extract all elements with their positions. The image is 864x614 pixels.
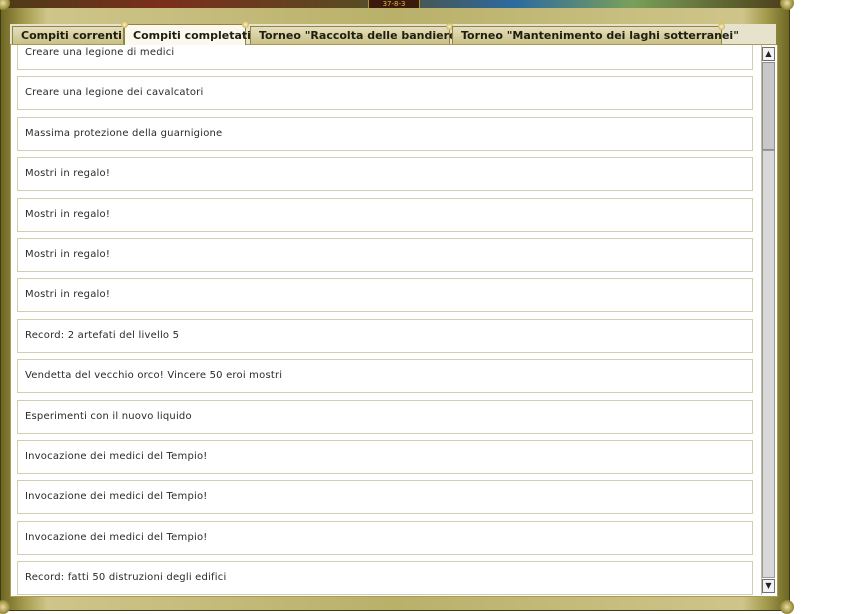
tab-completed-tasks[interactable]: Compiti completati: [121, 21, 251, 45]
quest-title: Esperimenti con il nuovo liquido: [25, 411, 192, 422]
tab-knob-icon: [718, 23, 725, 30]
frame-corner-ornament: [0, 600, 10, 614]
quest-row[interactable]: Massima protezione della guarnigione: [17, 117, 753, 151]
scroll-track[interactable]: [762, 62, 775, 578]
quest-row[interactable]: Invocazione dei medici del Tempio!: [17, 480, 753, 514]
tab-knob-icon: [121, 21, 128, 28]
scroll-up-button[interactable]: ▲: [762, 47, 775, 61]
quest-title: Mostri in regalo!: [25, 209, 111, 220]
quest-title: Mostri in regalo!: [25, 168, 111, 179]
frame-corner-ornament: [780, 0, 794, 10]
quest-title: Invocazione dei medici del Tempio!: [25, 532, 208, 543]
quest-row[interactable]: Mostri in regalo!: [17, 198, 753, 232]
quest-row[interactable]: Vendetta del vecchio orco! Vincere 50 er…: [17, 359, 753, 393]
tab-bar: Compiti correnti Compiti completati Torn…: [10, 21, 776, 45]
tab-label: Torneo "Mantenimento dei laghi sotterran…: [461, 29, 739, 42]
tab-label: Compiti correnti: [21, 29, 122, 42]
arrow-up-icon: ▲: [765, 49, 772, 58]
frame-corner-ornament: [780, 600, 794, 614]
quest-title: Record: 2 artefati del livello 5: [25, 330, 180, 341]
tab-label: Compiti completati: [133, 29, 251, 42]
quest-title: Invocazione dei medici del Tempio!: [25, 491, 208, 502]
quest-row[interactable]: Invocazione dei medici del Tempio!: [17, 521, 753, 555]
quest-row[interactable]: Record: fatti 50 distruzioni degli edifi…: [17, 561, 753, 595]
server-time: 37-8-3: [368, 0, 420, 8]
quest-title: Vendetta del vecchio orco! Vincere 50 er…: [25, 370, 283, 381]
quest-title: Mostri in regalo!: [25, 289, 111, 300]
tab-tournament-lakes[interactable]: Torneo "Mantenimento dei laghi sotterran…: [452, 23, 739, 44]
tab-label: Torneo "Raccolta delle bandiere": [259, 29, 463, 42]
quest-title: Creare una legione di medici: [25, 47, 175, 58]
scroll-down-button[interactable]: ▼: [762, 579, 775, 593]
vertical-scrollbar[interactable]: ▲ ▼: [761, 45, 777, 595]
quest-list-panel: Creare una legione di medici Creare una l…: [10, 45, 778, 597]
arrow-down-icon: ▼: [765, 581, 772, 590]
quest-row[interactable]: Creare una legione dei cavalcatori: [17, 76, 753, 110]
quest-row[interactable]: Invocazione dei medici del Tempio!: [17, 440, 753, 474]
window-frame: 37-8-3 Compiti correnti Compiti completa…: [0, 0, 794, 614]
scroll-thumb[interactable]: [762, 62, 775, 150]
quest-row[interactable]: Mostri in regalo!: [17, 157, 753, 191]
quest-title: Massima protezione della guarnigione: [25, 128, 223, 139]
frame-corner-ornament: [0, 0, 10, 10]
quest-title: Record: fatti 50 distruzioni degli edifi…: [25, 572, 227, 583]
quest-row[interactable]: Mostri in regalo!: [17, 238, 753, 272]
quest-title: Mostri in regalo!: [25, 249, 111, 260]
tab-knob-icon: [242, 21, 249, 28]
tab-tournament-flags[interactable]: Torneo "Raccolta delle bandiere": [250, 23, 462, 44]
quest-row[interactable]: Esperimenti con il nuovo liquido: [17, 400, 753, 434]
quest-title: Invocazione dei medici del Tempio!: [25, 451, 208, 462]
quest-row[interactable]: Creare una legione di medici: [17, 45, 753, 70]
quest-row[interactable]: Mostri in regalo!: [17, 278, 753, 312]
tab-current-tasks[interactable]: Compiti correnti: [12, 26, 124, 44]
scroll-track-lower[interactable]: [762, 150, 775, 578]
quest-title: Creare una legione dei cavalcatori: [25, 87, 204, 98]
quest-row[interactable]: Record: 2 artefati del livello 5: [17, 319, 753, 353]
